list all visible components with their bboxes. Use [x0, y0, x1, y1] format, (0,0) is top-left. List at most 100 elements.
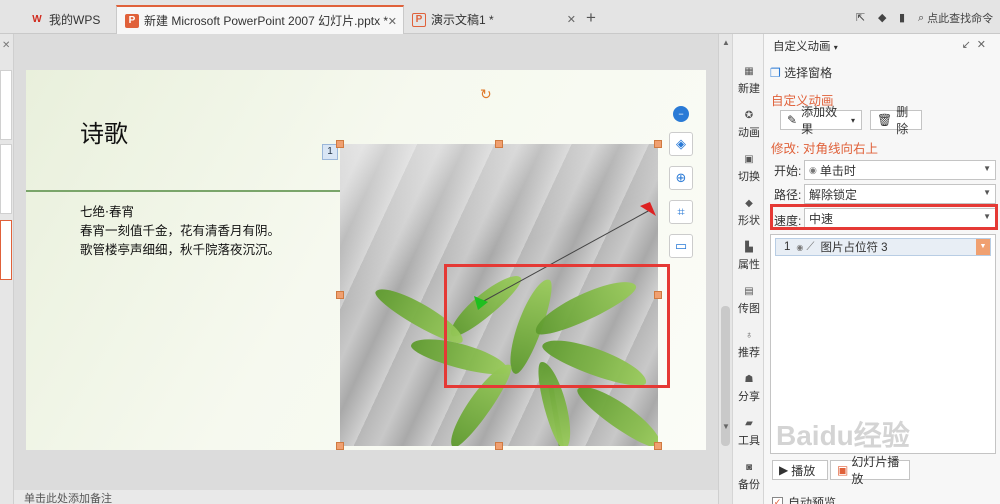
- chevron-down-icon[interactable]: ▼: [976, 239, 990, 255]
- minimize-pane-icon[interactable]: ↙: [962, 39, 977, 51]
- highlight-box: [770, 204, 998, 230]
- strip-label: 分享: [738, 391, 760, 403]
- backup-icon: ◙: [745, 462, 753, 473]
- auto-preview-label: 自动预览: [788, 496, 837, 504]
- mouse-icon: ◉: [796, 242, 804, 252]
- strip-item-upload-image[interactable]: ▤ 传图: [733, 286, 765, 316]
- slide-canvas: 诗歌 七绝·春宵 春宵一刻值千金，花有清香月有阴。 歌管楼亭声细细，秋千院落夜沉…: [14, 34, 718, 490]
- tab-bar: W 我的WPS P 新建 Microsoft PowerPoint 2007 幻…: [0, 0, 1000, 34]
- slideshow-label: 幻灯片播放: [851, 455, 900, 486]
- list-item[interactable]: 1 ◉ ⟋ 图片占位符 3 ▼: [775, 238, 991, 256]
- pane-title[interactable]: 自定义动画 ▾: [773, 38, 838, 54]
- notes-area[interactable]: 单击此处添加备注: [14, 490, 718, 504]
- collapse-icon[interactable]: −: [673, 106, 689, 122]
- add-effect-button[interactable]: ✎ 添加效果 ▾: [780, 105, 862, 136]
- play-label: 播放: [791, 463, 816, 478]
- right-tool-strip: ▦ 新建 ✪ 动画 ▣ 切换 ◆ 形状 ▙ 属性 ▤ 传图 ♁ 推荐 ☗ 分享 ▰ 工具 ◙ 备份: [732, 34, 764, 504]
- strip-item-animation[interactable]: ✪ 动画: [733, 110, 765, 140]
- selection-pane-link[interactable]: ❐ 选择窗格: [770, 64, 832, 81]
- slide-thumbnail[interactable]: [0, 70, 12, 140]
- recommend-icon: ♁: [745, 330, 753, 341]
- checkbox-icon: ✓: [772, 497, 783, 504]
- shape-icon: ◆: [745, 198, 753, 209]
- pane-title-text: 自定义动画: [773, 41, 831, 53]
- close-icon[interactable]: ✕: [2, 40, 10, 51]
- new-icon: ▦: [744, 66, 754, 77]
- zoom-icon[interactable]: ⊕: [669, 166, 693, 190]
- tab-presentation[interactable]: P 新建 Microsoft PowerPoint 2007 幻灯片.pptx …: [116, 5, 404, 34]
- selection-pane-icon: ❐: [770, 66, 781, 80]
- start-value: 单击时: [819, 163, 856, 178]
- motion-path-icon: ⟋: [806, 240, 815, 253]
- strip-label: 形状: [738, 215, 760, 227]
- frame-icon[interactable]: ▭: [669, 234, 693, 258]
- resize-handle[interactable]: [336, 442, 344, 450]
- custom-animation-pane: 自定义动画 ▾ ↙✕ ❐ 选择窗格 自定义动画 ✎ 添加效果 ▾ 🗑 删除 修改…: [764, 34, 1000, 504]
- mouse-icon: ◉: [809, 164, 817, 175]
- strip-item-property[interactable]: ▙ 属性: [733, 242, 765, 272]
- strip-item-new[interactable]: ▦ 新建: [733, 66, 765, 96]
- chevron-down-icon: ▾: [833, 43, 838, 52]
- scroll-up-icon[interactable]: ▲: [722, 38, 730, 47]
- close-icon[interactable]: ✕: [567, 13, 576, 26]
- scroll-down-icon[interactable]: ▼: [722, 422, 730, 431]
- slide-thumbnail-selected[interactable]: [0, 220, 12, 280]
- tab-my-wps[interactable]: W 我的WPS: [22, 5, 108, 34]
- strip-item-recommend[interactable]: ♁ 推荐: [733, 330, 765, 360]
- new-tab-plus-icon[interactable]: +: [586, 8, 596, 28]
- highlight-box: [444, 264, 670, 388]
- resize-handle[interactable]: [495, 442, 503, 450]
- close-icon[interactable]: ✕: [977, 39, 992, 51]
- strip-item-share[interactable]: ☗ 分享: [733, 374, 765, 404]
- layers-icon[interactable]: ◈: [669, 132, 693, 156]
- vertical-scrollbar[interactable]: ▲ ▼: [718, 34, 732, 504]
- resize-handle[interactable]: [336, 140, 344, 148]
- resize-handle[interactable]: [336, 291, 344, 299]
- strip-label: 属性: [738, 259, 760, 271]
- delete-button[interactable]: 🗑 删除: [870, 105, 922, 136]
- delete-label: 删除: [896, 105, 909, 136]
- path-label: 路径:: [774, 188, 802, 202]
- tab-label: 演示文稿1 *: [431, 13, 494, 27]
- tools-icon: ▰: [745, 418, 753, 429]
- strip-item-backup[interactable]: ◙ 备份: [733, 462, 765, 492]
- close-icon[interactable]: ✕: [388, 15, 397, 28]
- start-select[interactable]: ◉ 单击时 ▼: [804, 160, 996, 180]
- rotate-handle-icon[interactable]: ↻: [480, 86, 492, 103]
- share-icon: ☗: [744, 374, 754, 385]
- crop-icon[interactable]: ⌗: [669, 200, 693, 224]
- path-value: 解除锁定: [809, 187, 858, 202]
- resize-handle[interactable]: [654, 291, 662, 299]
- floating-toolbar: − ◈ ⊕ ⌗ ▭: [669, 106, 693, 268]
- resize-handle[interactable]: [495, 140, 503, 148]
- selection-pane-label: 选择窗格: [784, 66, 833, 80]
- slide[interactable]: 诗歌 七绝·春宵 春宵一刻值千金，花有清香月有阴。 歌管楼亭声细细，秋千院落夜沉…: [26, 70, 706, 450]
- tab-label: 我的WPS: [49, 13, 101, 27]
- tab-presentation-1[interactable]: P 演示文稿1 * ✕: [404, 5, 582, 34]
- strip-item-transition[interactable]: ▣ 切换: [733, 154, 765, 184]
- motion-path[interactable]: [26, 70, 706, 450]
- wps-logo-icon: W: [32, 14, 42, 25]
- search-placeholder: 点此查找命令: [927, 13, 994, 25]
- path-select[interactable]: 解除锁定 ▼: [804, 184, 996, 204]
- skin-icon[interactable]: ⇱: [856, 11, 865, 24]
- strip-label: 工具: [738, 435, 760, 447]
- strip-label: 推荐: [738, 347, 760, 359]
- strip-item-tools[interactable]: ▰ 工具: [733, 418, 765, 448]
- resize-handle[interactable]: [654, 442, 662, 450]
- resize-handle[interactable]: [654, 140, 662, 148]
- command-search[interactable]: ⌕ 点此查找命令: [918, 8, 1000, 28]
- slide-thumbnail[interactable]: [0, 144, 12, 214]
- strip-item-shape[interactable]: ◆ 形状: [733, 198, 765, 228]
- menu-icon[interactable]: ▮: [899, 11, 905, 24]
- doc-file-icon: P: [412, 12, 426, 27]
- play-button[interactable]: ▶ 播放: [772, 460, 828, 480]
- slideshow-button[interactable]: ▣ 幻灯片播放: [830, 455, 910, 486]
- auto-preview-checkbox[interactable]: ✓ 自动预览: [772, 494, 836, 504]
- play-icon: ▶: [779, 463, 789, 477]
- chevron-down-icon: ▼: [983, 188, 991, 197]
- watermark: Baidu经验: [776, 420, 910, 451]
- feedback-icon[interactable]: ◆: [878, 11, 886, 24]
- upload-image-icon: ▤: [744, 286, 754, 297]
- property-icon: ▙: [745, 242, 753, 253]
